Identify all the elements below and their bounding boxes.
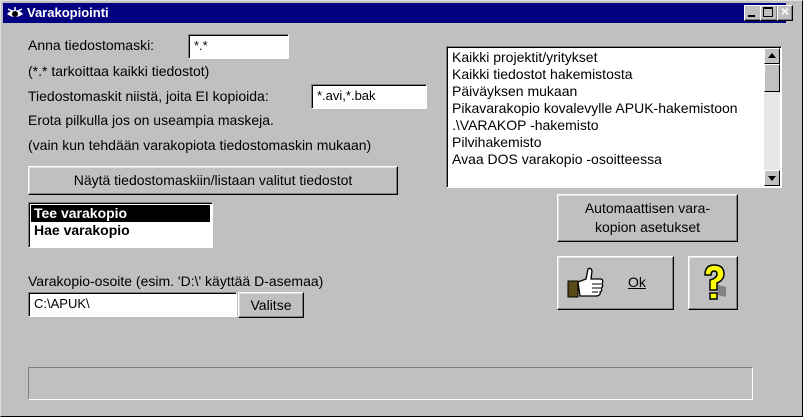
minimize-icon: [748, 15, 755, 17]
exclude-label: Tiedostomaskit niistä, joita EI kopioida…: [28, 88, 269, 104]
list-item[interactable]: .\VARAKOP -hakemisto: [449, 117, 761, 134]
mode-item-backup[interactable]: Tee varakopio: [31, 205, 210, 222]
list-scrollbar[interactable]: [764, 48, 780, 186]
show-files-button[interactable]: Näytä tiedostomaskiin/listaan valitut ti…: [28, 166, 398, 195]
exclude-input[interactable]: *.avi,*.bak: [311, 84, 427, 109]
list-item[interactable]: Kaikki projektit/yritykset: [449, 49, 761, 66]
scroll-down-icon: [768, 176, 776, 181]
auto-backup-settings-button[interactable]: Automaattisen vara- kopion asetukset: [557, 194, 738, 242]
mode-list[interactable]: Tee varakopio Hae varakopio: [28, 202, 213, 248]
mask-input[interactable]: *.*: [188, 34, 289, 59]
scroll-up-icon: [768, 53, 776, 58]
list-item[interactable]: Pilvihakemisto: [449, 134, 761, 151]
scroll-up-button[interactable]: [764, 48, 780, 64]
backup-window: Varakopiointi × Anna tiedostomaski: *.* …: [0, 0, 803, 417]
auto-settings-line1: Automaattisen vara-: [584, 200, 711, 216]
list-item[interactable]: Avaa DOS varakopio -osoitteessa: [449, 151, 761, 168]
maximize-icon: [763, 7, 773, 17]
mask-hint: (*.* tarkoittaa kaikki tiedostot): [28, 63, 210, 79]
backup-source-items: Kaikki projektit/yritykset Kaikki tiedos…: [449, 49, 761, 168]
eye-icon: [6, 6, 24, 20]
exclude-hint-scope: (vain kun tehdään varakopiota tiedostoma…: [28, 137, 372, 153]
backup-source-list[interactable]: Kaikki projektit/yritykset Kaikki tiedos…: [446, 46, 782, 188]
mask-label: Anna tiedostomaski:: [28, 37, 155, 53]
close-button[interactable]: ×: [777, 3, 793, 21]
ok-label: Ok: [628, 274, 646, 290]
auto-settings-line2: kopion asetukset: [594, 219, 701, 235]
help-button[interactable]: [688, 256, 738, 310]
list-item[interactable]: Päiväyksen mukaan: [449, 83, 761, 100]
ok-button[interactable]: Ok: [557, 256, 674, 310]
list-item[interactable]: Pikavarakopio kovalevylle APUK-hakemisto…: [449, 100, 761, 117]
maximize-button[interactable]: [760, 5, 778, 21]
help-question-icon: [698, 263, 730, 306]
title-bar: Varakopiointi ×: [3, 3, 793, 23]
scroll-down-button[interactable]: [764, 170, 780, 186]
list-item[interactable]: Kaikki tiedostot hakemistosta: [449, 66, 761, 83]
status-bar: [28, 367, 753, 400]
exclude-hint-separator: Erota pilkulla jos on useampia maskeja.: [28, 112, 274, 128]
destination-label: Varakopio-osoite (esim. 'D:\' käyttää D-…: [28, 273, 324, 289]
window-title: Varakopiointi: [27, 5, 109, 20]
mode-item-restore[interactable]: Hae varakopio: [31, 222, 210, 239]
scroll-thumb[interactable]: [764, 64, 780, 92]
browse-button[interactable]: Valitse: [238, 292, 304, 318]
thumbs-up-icon: [566, 265, 606, 304]
destination-input[interactable]: C:\APUK\: [28, 292, 237, 317]
close-icon: ×: [780, 3, 790, 19]
